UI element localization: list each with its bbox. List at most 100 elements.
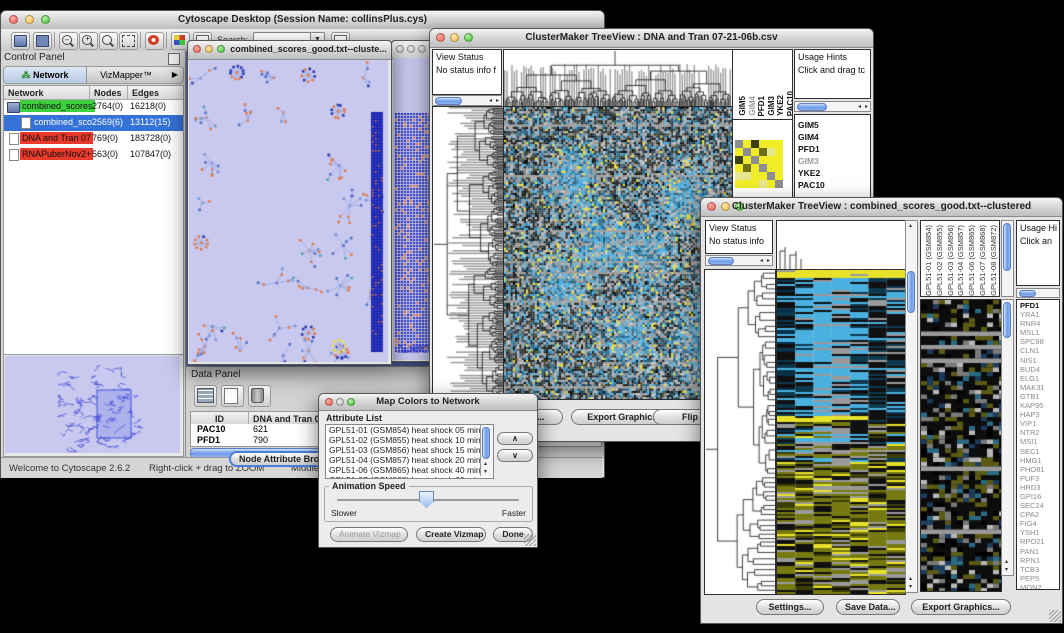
- scroll-down-icon[interactable]: ▾: [1005, 566, 1008, 574]
- tv1-column-dendrogram[interactable]: [503, 49, 733, 108]
- zoom-out-icon[interactable]: –: [59, 32, 78, 50]
- zoom-button[interactable]: [418, 45, 426, 53]
- tv2-row-dendrogram[interactable]: [704, 269, 776, 595]
- tv2-labels-vscrollbar[interactable]: [1001, 220, 1014, 297]
- gene-label[interactable]: NTR2: [1017, 428, 1059, 437]
- tv2-column-dendrogram[interactable]: [776, 220, 906, 271]
- open-file-icon[interactable]: [11, 32, 30, 50]
- animate-vizmap-button[interactable]: Animate Vizmap: [330, 527, 408, 542]
- attribute-item[interactable]: GPL51-06 (GSM865) heat shock 40 min: [326, 465, 493, 475]
- gene-label[interactable]: VIP1: [1017, 419, 1059, 428]
- gene-label[interactable]: RNR4: [1017, 319, 1059, 328]
- close-button[interactable]: [193, 45, 201, 53]
- tv1-status-hscrollbar[interactable]: ◂ ▸: [432, 95, 502, 106]
- gene-label[interactable]: MAK31: [1017, 383, 1059, 392]
- gene-label[interactable]: MSI1: [1017, 437, 1059, 446]
- scroll-up-icon[interactable]: ▴: [909, 222, 912, 230]
- resize-grip[interactable]: [1049, 610, 1061, 622]
- scroll-left-icon[interactable]: ◂: [858, 103, 861, 111]
- gene-label[interactable]: PUF3: [1017, 474, 1059, 483]
- minimize-button[interactable]: [205, 45, 213, 53]
- tv1-heatmap[interactable]: [503, 106, 733, 400]
- network1-titlebar[interactable]: combined_scores_good.txt--cluste...: [188, 41, 391, 60]
- network1-canvas[interactable]: [189, 60, 388, 362]
- scroll-up-icon[interactable]: ▴: [484, 460, 487, 468]
- move-up-button[interactable]: ∧: [497, 432, 533, 445]
- network-list-row[interactable]: combined_scores2764(0)16218(0): [4, 99, 183, 115]
- gene-label[interactable]: SEC24: [1017, 501, 1059, 510]
- gene-label[interactable]: GPI16: [1017, 492, 1059, 501]
- tv2-hints-hscrollbar[interactable]: [1016, 288, 1060, 298]
- scroll-left-icon[interactable]: ◂: [760, 257, 763, 265]
- attribute-list-vscrollbar[interactable]: ▴ ▾: [480, 425, 493, 476]
- zoom-selected-icon[interactable]: [99, 32, 118, 50]
- attribute-item[interactable]: GPL51-03 (GSM856) heat shock 15 min: [326, 445, 493, 455]
- gene-label[interactable]: TCB3: [1017, 565, 1059, 574]
- scroll-right-icon[interactable]: ▸: [865, 103, 868, 111]
- gene-label[interactable]: HRD3: [1017, 483, 1059, 492]
- gene-label[interactable]: GTB1: [1017, 392, 1059, 401]
- tv2-status-hscrollbar[interactable]: ◂ ▸: [705, 255, 773, 266]
- gene-label[interactable]: MSL1: [1017, 328, 1059, 337]
- tab-vizmapper[interactable]: VizMapper™: [87, 67, 165, 83]
- gene-label[interactable]: HAP3: [1017, 410, 1059, 419]
- gene-label[interactable]: GIM5: [795, 119, 870, 131]
- attribute-item[interactable]: GPL51-04 (GSM857) heat shock 20 min: [326, 455, 493, 465]
- delete-attribute-icon[interactable]: [248, 385, 271, 407]
- attribute-listbox[interactable]: GPL51-01 (GSM854) heat shock 05 min GPL51…: [325, 424, 494, 479]
- tv1-similarity-matrix[interactable]: [735, 140, 783, 188]
- treeview2-titlebar[interactable]: ClusterMaker TreeView : combined_scores_…: [701, 198, 1062, 217]
- gene-label[interactable]: PFD1: [795, 143, 870, 155]
- gene-label[interactable]: RPN1: [1017, 556, 1059, 565]
- gene-label[interactable]: CPA2: [1017, 510, 1059, 519]
- gene-label[interactable]: NIS1: [1017, 356, 1059, 365]
- settings-button[interactable]: Settings...: [756, 599, 824, 615]
- dialog-titlebar[interactable]: Map Colors to Network: [319, 394, 537, 411]
- move-down-button[interactable]: ∨: [497, 449, 533, 462]
- gene-label[interactable]: PAN1: [1017, 547, 1059, 556]
- scroll-up-icon[interactable]: ▴: [1005, 558, 1008, 566]
- gene-label[interactable]: SPC98: [1017, 337, 1059, 346]
- export-graphics-button[interactable]: Export Graphics...: [911, 599, 1011, 615]
- tv2-heatmap-vscrollbar[interactable]: ▴ ▴ ▾: [905, 220, 918, 593]
- resize-grip[interactable]: [524, 534, 536, 546]
- gene-label[interactable]: PAC10: [795, 179, 870, 191]
- scroll-right-icon[interactable]: ▸: [496, 97, 499, 105]
- network-list-row[interactable]: RNAPuberNov2+563(0)107847(0): [4, 147, 183, 163]
- birdseye-canvas[interactable]: [5, 356, 180, 453]
- tab-overflow-arrow[interactable]: ▶: [167, 67, 183, 83]
- gene-label[interactable]: HMG1: [1017, 456, 1059, 465]
- speed-slider-thumb[interactable]: [419, 491, 434, 508]
- attribute-item[interactable]: GPL51-01 (GSM854) heat shock 05 min: [326, 425, 493, 435]
- tv2-heatmap[interactable]: [776, 269, 906, 595]
- gene-label[interactable]: GIM4: [795, 131, 870, 143]
- gene-label[interactable]: RPO21: [1017, 537, 1059, 546]
- gene-label[interactable]: YKE2: [795, 167, 870, 179]
- zoom-fit-icon[interactable]: [119, 32, 138, 50]
- tv2-mini-heatmap[interactable]: [920, 299, 1002, 592]
- gene-label[interactable]: CLN1: [1017, 346, 1059, 355]
- tv2-genes-vscrollbar[interactable]: ▴ ▾: [1001, 299, 1014, 576]
- tab-network[interactable]: ⁂ Network: [4, 67, 87, 83]
- col-network[interactable]: Network: [4, 86, 90, 99]
- gene-label[interactable]: SEC1: [1017, 447, 1059, 456]
- id-header[interactable]: ID: [191, 412, 249, 424]
- close-button[interactable]: [396, 45, 404, 53]
- gene-label[interactable]: MON2: [1017, 583, 1059, 590]
- scroll-down-icon[interactable]: ▾: [909, 583, 912, 591]
- scroll-up-icon[interactable]: ▴: [909, 575, 912, 583]
- scroll-left-icon[interactable]: ◂: [489, 97, 492, 105]
- help-lifering-icon[interactable]: [145, 32, 164, 50]
- tv1-row-dendrogram[interactable]: [432, 106, 504, 400]
- gene-label[interactable]: FIG4: [1017, 519, 1059, 528]
- float-panel-icon[interactable]: [168, 53, 180, 65]
- table-icon[interactable]: [194, 385, 217, 407]
- treeview1-titlebar[interactable]: ClusterMaker TreeView : DNA and Tran 07-…: [430, 29, 873, 48]
- gene-label[interactable]: ELG1: [1017, 374, 1059, 383]
- save-icon[interactable]: [33, 32, 52, 50]
- save-data-button[interactable]: Save Data...: [836, 599, 900, 615]
- network-list-row[interactable]: combined_sco2569(6)13112(15): [4, 115, 183, 131]
- create-vizmap-button[interactable]: Create Vizmap: [416, 527, 486, 542]
- gene-label[interactable]: YSH1: [1017, 528, 1059, 537]
- minimize-button[interactable]: [407, 45, 415, 53]
